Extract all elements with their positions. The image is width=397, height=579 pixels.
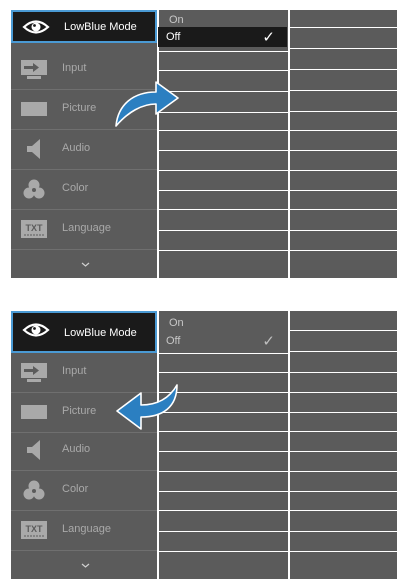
divider-line [290,209,397,210]
divider-line [290,412,397,413]
divider-line [158,551,288,552]
input-icon [21,363,47,382]
divider-line [290,27,397,28]
picture-icon [21,405,47,419]
option-off[interactable]: Off ✓ [158,27,287,47]
menu-item-label: Audio [62,443,91,455]
divider-line [158,353,288,354]
curved-arrow-right-icon [115,81,179,127]
divider-line [290,250,397,251]
menu-item-label: Input [62,365,87,377]
menu-item-color[interactable]: Color [11,471,157,511]
divider-line [158,510,288,511]
chevron-down-icon[interactable] [81,561,90,570]
menu-item-language[interactable]: TXT Language [11,210,157,250]
osd-panel-1: LowBlue Mode Input Picture Audio Color T… [11,10,397,278]
chevron-down-icon[interactable] [81,260,90,269]
option-off-label: Off [166,31,181,43]
divider-line [290,48,397,49]
menu-item-label: LowBlue Mode [64,327,137,339]
divider-line [290,230,397,231]
menu-item-audio[interactable]: Audio [11,130,157,170]
divider-line [290,69,397,70]
column-divider [288,10,290,278]
divider-line [290,111,397,112]
main-menu: LowBlue Mode Input Picture Audio Color T… [11,311,157,579]
divider-line [158,70,288,71]
menu-item-label: Color [62,182,89,194]
menu-item-label: Language [62,523,111,535]
divider-line [158,51,288,52]
divider-line [290,330,397,331]
divider-line [290,431,397,432]
divider-line [158,531,288,532]
speaker-icon [27,440,40,460]
divider-line [290,170,397,171]
menu-item-label: Picture [62,102,97,114]
menu-item-label: LowBlue Mode [64,21,137,33]
menu-item-label: Picture [62,405,97,417]
eye-icon [22,323,50,337]
checkmark-icon: ✓ [262,29,275,46]
color-icon [23,179,45,199]
option-on[interactable]: On [169,14,184,26]
column-divider [157,311,159,579]
divider-line [290,510,397,511]
divider-line [290,392,397,393]
main-menu: LowBlue Mode Input Picture Audio Color T… [11,10,157,278]
divider-line [158,491,288,492]
menu-item-lowblue-mode[interactable]: LowBlue Mode [11,311,157,353]
menu-item-language[interactable]: TXT Language [11,511,157,551]
divider-line [158,372,288,373]
divider-line [158,130,288,131]
divider-line [158,209,288,210]
divider-line [290,90,397,91]
language-icon: TXT [21,220,47,238]
divider-line [158,250,288,251]
divider-line [290,491,397,492]
divider-line [290,150,397,151]
osd-panel-2: LowBlue Mode Input Picture Audio Color T… [11,311,397,579]
divider-line [290,551,397,552]
divider-line [158,471,288,472]
divider-line [290,372,397,373]
menu-item-label: Language [62,222,111,234]
divider-line [158,150,288,151]
menu-item-audio[interactable]: Audio [11,431,157,471]
menu-item-label: Color [62,483,89,495]
option-on[interactable]: On [169,317,184,329]
eye-icon [22,20,50,34]
color-icon [23,480,45,500]
divider-line [158,190,288,191]
divider-line [290,531,397,532]
divider-line [290,451,397,452]
language-icon: TXT [21,521,47,539]
divider-line [290,351,397,352]
divider-line [158,170,288,171]
menu-item-lowblue-mode[interactable]: LowBlue Mode [11,10,157,43]
divider-line [290,130,397,131]
divider-line [158,230,288,231]
divider-line [290,190,397,191]
svg-text:TXT: TXT [26,223,44,233]
picture-icon [21,102,47,116]
divider-line [290,471,397,472]
svg-text:TXT: TXT [26,524,44,534]
menu-item-label: Input [62,62,87,74]
option-off[interactable]: Off ✓ [158,331,287,351]
option-off-label: Off [166,335,181,347]
divider-line [158,451,288,452]
menu-item-color[interactable]: Color [11,170,157,210]
speaker-icon [27,139,40,159]
menu-item-label: Audio [62,142,91,154]
checkmark-icon: ✓ [262,333,275,350]
curved-arrow-left-icon [116,384,178,430]
input-icon [21,60,47,79]
